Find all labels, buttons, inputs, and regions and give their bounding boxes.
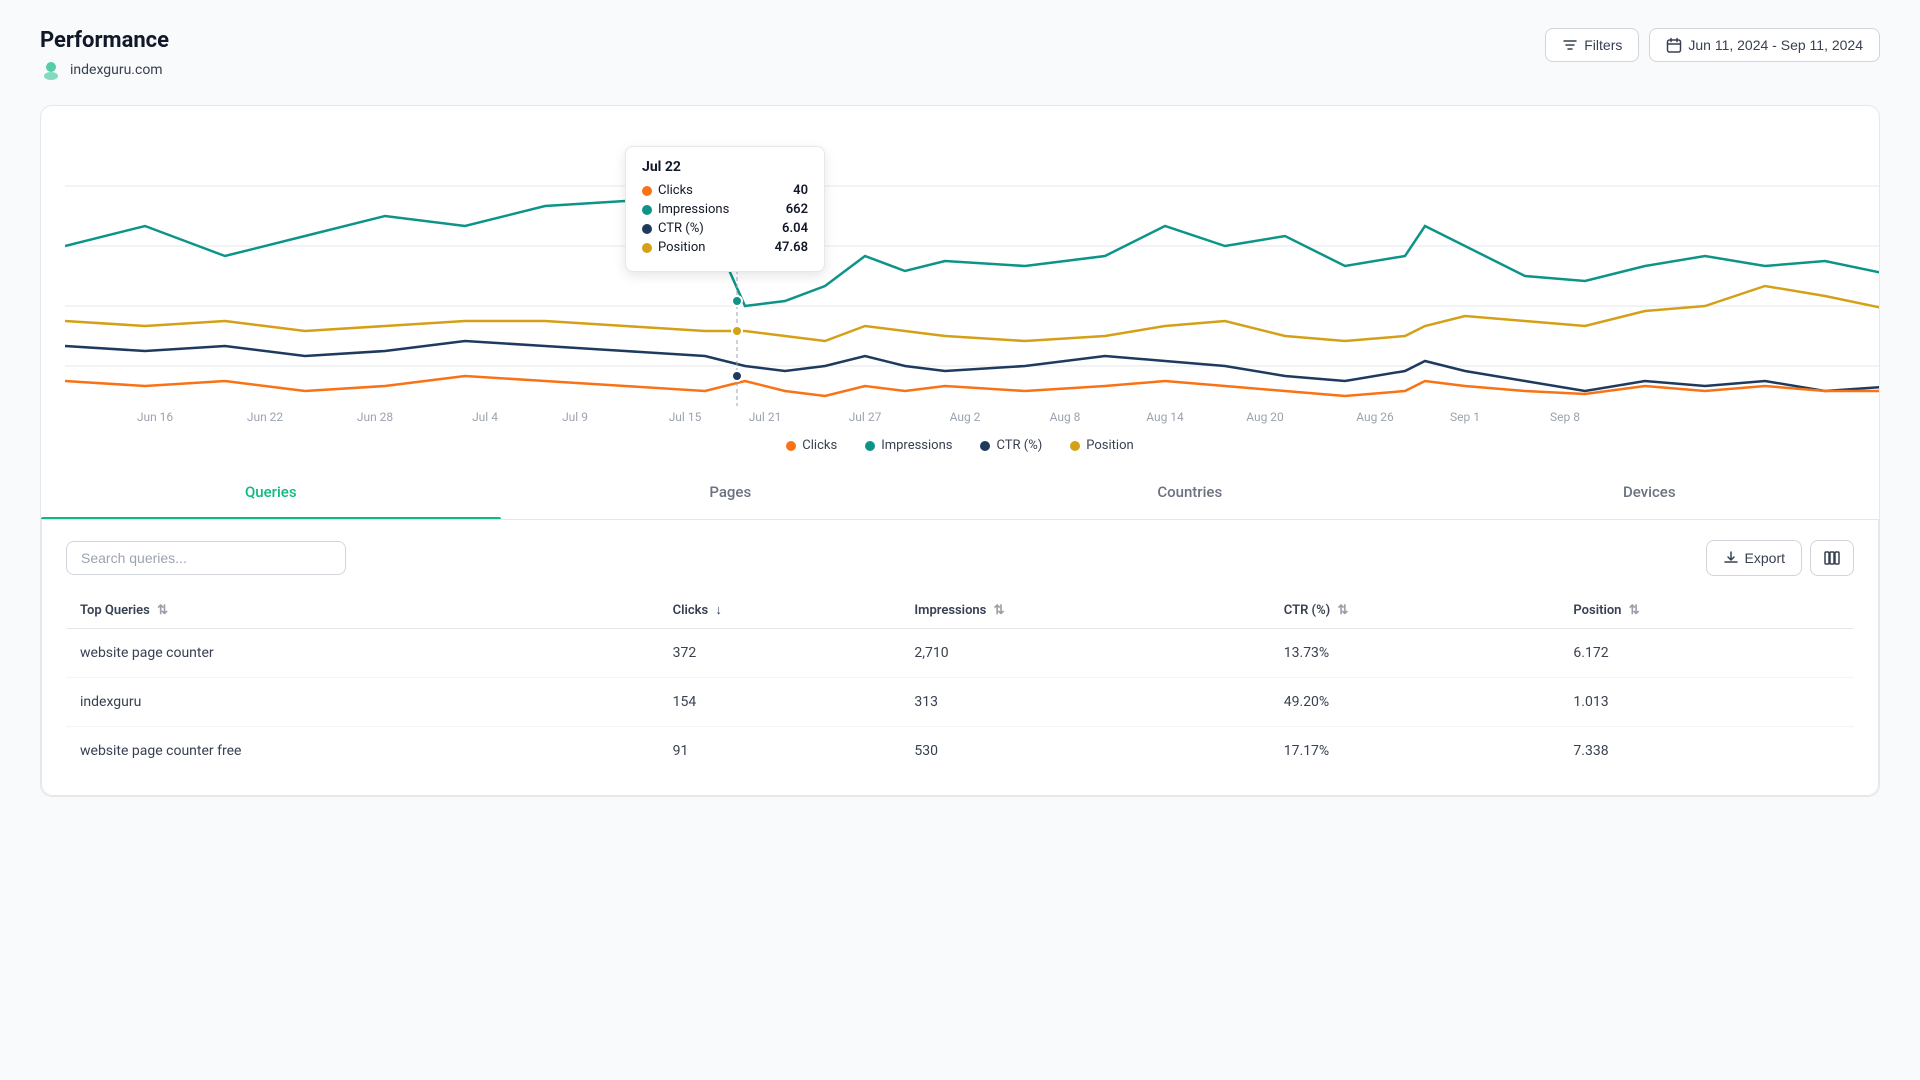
svg-text:Aug 26: Aug 26 — [1356, 410, 1394, 424]
legend-clicks-dot — [786, 441, 796, 451]
cell-position: 6.172 — [1559, 629, 1854, 678]
tab-devices[interactable]: Devices — [1420, 465, 1880, 519]
tab-pages[interactable]: Pages — [501, 465, 961, 519]
site-name: indexguru.com — [70, 62, 163, 78]
legend-ctr-label: CTR (%) — [996, 438, 1042, 453]
columns-icon — [1823, 549, 1841, 567]
svg-text:Jul 15: Jul 15 — [669, 410, 702, 424]
legend-position-dot — [1070, 441, 1080, 451]
svg-text:Sep 1: Sep 1 — [1450, 410, 1480, 424]
svg-text:Aug 8: Aug 8 — [1050, 410, 1081, 424]
tooltip-impressions-value: 662 — [786, 202, 808, 217]
col-header-impressions[interactable]: Impressions ⇅ — [900, 592, 1269, 629]
cell-position: 7.338 — [1559, 727, 1854, 776]
performance-chart: Jun 16 Jun 22 Jun 28 Jul 4 Jul 9 Jul 15 … — [65, 126, 1855, 426]
svg-text:Aug 14: Aug 14 — [1146, 410, 1184, 424]
svg-text:Jul 27: Jul 27 — [849, 410, 882, 424]
tooltip-position-dot — [642, 243, 652, 253]
legend-ctr-dot — [980, 441, 990, 451]
col-header-query[interactable]: Top Queries ⇅ — [66, 592, 659, 629]
col-header-position[interactable]: Position ⇅ — [1559, 592, 1854, 629]
queries-table: Top Queries ⇅ Clicks ↓ Impressions ⇅ C — [66, 592, 1854, 775]
filter-icon — [1562, 37, 1578, 53]
tooltip-date: Jul 22 — [642, 159, 808, 175]
svg-text:Jun 16: Jun 16 — [137, 410, 174, 424]
cell-clicks: 91 — [659, 727, 901, 776]
cell-query: indexguru — [66, 678, 659, 727]
cell-impressions: 313 — [900, 678, 1269, 727]
table-toolbar: Export — [66, 540, 1854, 576]
cell-impressions: 2,710 — [900, 629, 1269, 678]
tooltip-position-label: Position — [658, 240, 705, 255]
legend-impressions-dot — [865, 441, 875, 451]
export-label: Export — [1745, 550, 1785, 566]
tooltip-ctr-dot — [642, 224, 652, 234]
tooltip-ctr-label: CTR (%) — [658, 221, 704, 236]
sort-icon-clicks: ↓ — [715, 602, 722, 618]
tooltip-position-value: 47.68 — [775, 240, 808, 255]
svg-text:Jul 4: Jul 4 — [472, 410, 498, 424]
legend-clicks-label: Clicks — [802, 438, 837, 453]
legend-impressions-label: Impressions — [881, 438, 952, 453]
sort-icon-ctr: ⇅ — [1337, 603, 1348, 618]
tab-queries[interactable]: Queries — [41, 465, 501, 519]
svg-text:Jul 21: Jul 21 — [749, 410, 782, 424]
filters-button[interactable]: Filters — [1545, 28, 1639, 62]
table-section: Export Top Queries — [41, 520, 1879, 796]
cell-ctr: 17.17% — [1270, 727, 1560, 776]
cell-ctr: 13.73% — [1270, 629, 1560, 678]
svg-text:Sep 8: Sep 8 — [1550, 410, 1580, 424]
chart-tooltip: Jul 22 Clicks 40 Impressions 662 — [625, 146, 825, 272]
tab-countries[interactable]: Countries — [960, 465, 1420, 519]
tooltip-clicks-value: 40 — [793, 183, 808, 198]
table-row: website page counter free 91 530 17.17% … — [66, 727, 1854, 776]
tooltip-ctr-value: 6.04 — [782, 221, 808, 236]
col-header-ctr[interactable]: CTR (%) ⇅ — [1270, 592, 1560, 629]
chart-legend: Clicks Impressions CTR (%) Position — [65, 438, 1855, 457]
cell-clicks: 372 — [659, 629, 901, 678]
svg-text:Jul 9: Jul 9 — [562, 410, 588, 424]
search-input[interactable] — [66, 541, 346, 575]
date-range-button[interactable]: Jun 11, 2024 - Sep 11, 2024 — [1649, 28, 1880, 62]
table-row: website page counter 372 2,710 13.73% 6.… — [66, 629, 1854, 678]
tooltip-impressions-label: Impressions — [658, 202, 729, 217]
legend-position-label: Position — [1086, 438, 1133, 453]
download-icon — [1723, 550, 1739, 566]
svg-text:Jun 28: Jun 28 — [357, 410, 394, 424]
cell-impressions: 530 — [900, 727, 1269, 776]
tooltip-clicks-label: Clicks — [658, 183, 693, 198]
svg-text:Jun 22: Jun 22 — [247, 410, 284, 424]
col-header-clicks[interactable]: Clicks ↓ — [659, 592, 901, 629]
sort-icon-query: ⇅ — [157, 603, 168, 618]
tabs-bar: Queries Pages Countries Devices — [41, 465, 1879, 520]
svg-text:Aug 2: Aug 2 — [950, 410, 981, 424]
cell-query: website page counter — [66, 629, 659, 678]
cell-clicks: 154 — [659, 678, 901, 727]
cell-query: website page counter free — [66, 727, 659, 776]
tooltip-impressions-dot — [642, 205, 652, 215]
page-title: Performance — [40, 28, 169, 53]
svg-text:Aug 20: Aug 20 — [1246, 410, 1284, 424]
cell-ctr: 49.20% — [1270, 678, 1560, 727]
cell-position: 1.013 — [1559, 678, 1854, 727]
sort-icon-position: ⇅ — [1629, 603, 1640, 618]
tooltip-clicks-dot — [642, 186, 652, 196]
export-button[interactable]: Export — [1706, 540, 1802, 576]
site-icon — [40, 59, 62, 81]
table-row: indexguru 154 313 49.20% 1.013 — [66, 678, 1854, 727]
sort-icon-impressions: ⇅ — [994, 603, 1005, 618]
columns-button[interactable] — [1810, 540, 1854, 576]
calendar-icon — [1666, 37, 1682, 53]
